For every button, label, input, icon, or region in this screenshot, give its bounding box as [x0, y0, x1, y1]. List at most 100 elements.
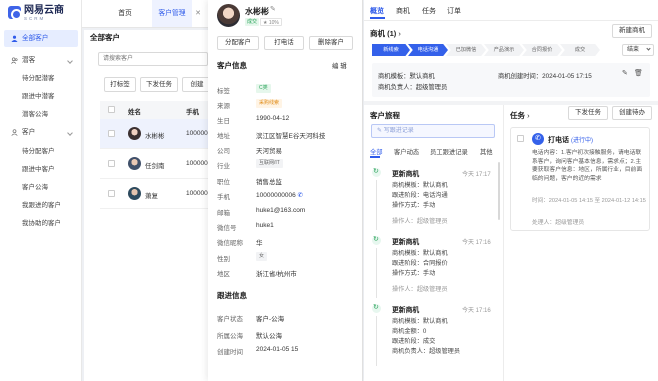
task-title-text: 打电话 [548, 137, 569, 144]
stage-step[interactable]: 产品演示 [484, 44, 524, 56]
field-label: 邮箱 [217, 210, 230, 217]
delete-customer-button[interactable]: 删除客户 [309, 36, 353, 50]
edit-icon[interactable]: ✎ [622, 69, 628, 77]
top-tab-bar: 首页 客户管理 ✕ [82, 0, 208, 28]
tab-opportunity[interactable]: 商机 [396, 6, 410, 16]
field-label: 公司 [217, 148, 230, 155]
tab-customer-management[interactable]: 客户管理 [152, 0, 192, 27]
row-checkbox[interactable] [108, 160, 115, 167]
logo-icon [8, 6, 22, 20]
wechat-nickname-value: 华 [256, 240, 263, 247]
sidebar-item-following-leads[interactable]: 跟进中潜客 [4, 88, 78, 105]
journey-scrollbar[interactable] [498, 162, 500, 220]
field-label: 微信昵称 [217, 240, 243, 247]
address-value: 滨江区智慧E谷天河科技 [256, 133, 326, 140]
row-checkbox[interactable] [108, 190, 115, 197]
field-label: 地区 [217, 271, 230, 278]
field-label: 来源 [217, 103, 230, 110]
created-time-value: 2024-01-05 15 [256, 346, 299, 353]
search-input[interactable] [98, 52, 208, 66]
timeline-entry-line: 商机负责人：超级管理员 [392, 348, 461, 355]
edit-icon[interactable]: ✎ [270, 5, 276, 13]
field-label: 手机 [217, 194, 230, 201]
gender-value: 女 [256, 252, 268, 261]
filter-staff-records[interactable]: 员工跟进记录 [430, 147, 468, 156]
customer-name[interactable]: 任剑南 [145, 160, 165, 170]
field-label: 性别 [217, 256, 230, 263]
tab-orders[interactable]: 订单 [447, 6, 461, 16]
phone-icon[interactable]: ✆ [298, 192, 303, 199]
avatar [128, 157, 141, 170]
source-value: 采购线索 [256, 99, 283, 108]
sidebar: 网易云商 SCRM 全部客户 潜客 待分配潜客 跟进中潜客 潜客公海 客户 待分… [0, 0, 82, 381]
sidebar-item-my-following[interactable]: 我跟进的客户 [4, 197, 78, 214]
tab-home[interactable]: 首页 [106, 0, 144, 27]
timeline-entry-line: 跟进阶段：成交 [392, 338, 436, 345]
tab-overview[interactable]: 概览 [370, 6, 384, 16]
sidebar-item-my-assisting[interactable]: 我协助的客户 [4, 215, 78, 232]
table-row[interactable]: 萧复 100000 [100, 179, 208, 209]
opportunity-info: 商机模板：默认商机 商机负责人：超级管理员 商机创建时间：2024-01-05 … [372, 63, 650, 97]
timeline-entry-title: 更新商机 [392, 171, 420, 178]
filter-customer-activity[interactable]: 客户动态 [394, 147, 419, 156]
sidebar-item-all-customers[interactable]: 全部客户 [4, 30, 78, 47]
tab-tasks[interactable]: 任务 [422, 6, 436, 16]
birthday-value: 1990-04-12 [256, 115, 290, 122]
close-icon[interactable]: ✕ [192, 0, 204, 27]
stage-step[interactable]: 已加微信 [446, 44, 486, 56]
chevron-down-icon [646, 46, 651, 51]
select-all-checkbox[interactable] [108, 106, 115, 113]
sidebar-group-leads[interactable]: 潜客 [4, 52, 78, 69]
trash-icon[interactable]: 🗑 [634, 69, 643, 77]
filter-other[interactable]: 其他 [480, 147, 493, 156]
column-phone: 手机 [186, 109, 199, 116]
assign-customer-button[interactable]: 分配客户 [217, 36, 259, 50]
filter-all[interactable]: 全部 [370, 147, 383, 156]
timeline-entry-title: 更新商机 [392, 307, 420, 314]
sidebar-item-lead-pool[interactable]: 潜客公海 [4, 106, 78, 123]
journey-title: 客户旅程 [370, 111, 400, 120]
sidebar-item-following-customers[interactable]: 跟进中客户 [4, 161, 78, 178]
sidebar-group-label: 客户 [22, 129, 36, 136]
sidebar-group-customers[interactable]: 客户 [4, 124, 78, 141]
table-row[interactable]: 水彬彬 100000 [100, 119, 208, 149]
field-label: 生日 [217, 118, 230, 125]
sidebar-item-customer-pool[interactable]: 客户公海 [4, 179, 78, 196]
table-row[interactable]: 任剑南 100000 [100, 149, 208, 179]
write-follow-record-placeholder: 写跟进记录 [383, 128, 414, 134]
sidebar-item-unassigned-leads[interactable]: 待分配潜客 [4, 70, 78, 87]
avatar [217, 4, 240, 27]
detail-main-pane: 概览 商机 任务 订单 商机 (1) › 新建商机 新线索 电话沟通 已加微信 … [364, 0, 658, 381]
tag-button[interactable]: 打标签 [104, 77, 136, 92]
opportunity-title[interactable]: 商机 (1) › [370, 28, 401, 39]
table-header: 姓名 手机 [100, 101, 208, 119]
sidebar-item-label: 全部客户 [22, 35, 49, 42]
brand-sub: SCRM [24, 16, 46, 21]
opportunity-created: 商机创建时间：2024-01-05 17:15 [498, 73, 592, 80]
write-follow-record-input[interactable]: ✎ 写跟进记录 [371, 124, 495, 138]
field-label: 职位 [217, 179, 230, 186]
stage-step[interactable]: 合同报价 [522, 44, 562, 56]
new-opportunity-button[interactable]: 新建商机 [612, 24, 652, 38]
customer-name[interactable]: 萧复 [145, 190, 158, 200]
tasks-title[interactable]: 任务 › [510, 110, 530, 121]
issue-task-button[interactable]: 下发任务 [140, 77, 178, 92]
task-card[interactable]: ✆ 打电话 (进行中) 电话内容：1.客户初次接触服务，请电话联系客户，询问客户… [510, 127, 650, 231]
timeline-entry-line: 商机模板：默认商机 [392, 250, 448, 257]
edit-button[interactable]: 编 辑 [332, 60, 347, 70]
call-button[interactable]: 打电话 [264, 36, 304, 50]
stage-step[interactable]: 新线索 [372, 44, 410, 56]
stage-step[interactable]: 电话沟通 [408, 44, 448, 56]
divider [364, 20, 658, 21]
customer-name[interactable]: 水彬彬 [145, 130, 165, 140]
user-icon [11, 129, 18, 136]
task-checkbox[interactable] [517, 135, 524, 142]
create-todo-button[interactable]: 创建待办 [612, 106, 652, 120]
row-checkbox[interactable] [108, 130, 115, 137]
end-dropdown[interactable]: 结束 [622, 44, 654, 56]
task-content: 电话内容：1.客户初次接触服务，请电话联系客户，询问客户基本信息，需求点；2.主… [532, 150, 643, 182]
issue-task-button[interactable]: 下发任务 [568, 106, 608, 120]
stage-step[interactable]: 成交 [560, 44, 600, 56]
sidebar-item-unassigned-customers[interactable]: 待分配客户 [4, 143, 78, 160]
customer-phone: 100000 [186, 160, 208, 167]
